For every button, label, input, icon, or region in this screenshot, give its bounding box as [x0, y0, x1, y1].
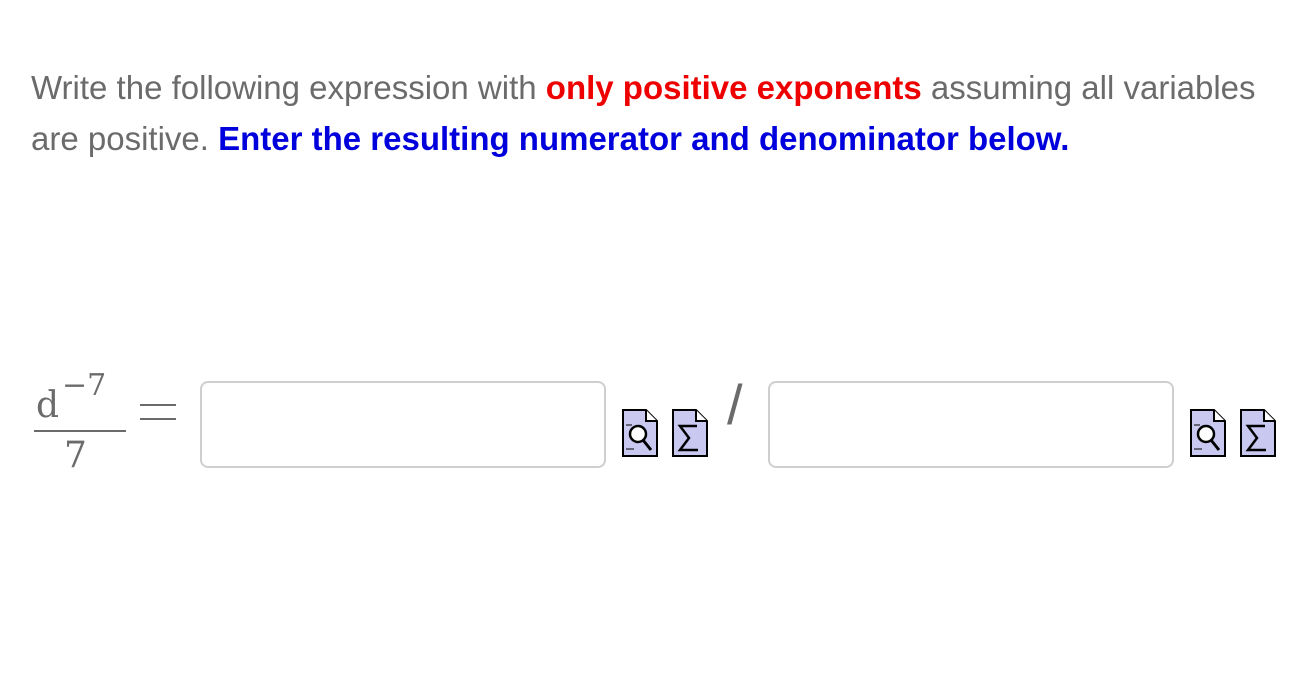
equation-editor-icon[interactable]	[672, 405, 708, 457]
equation-editor-icon[interactable]	[1240, 405, 1276, 457]
fraction-numerator-exponent: −7	[62, 368, 107, 403]
question-prompt: Write the following expression with only…	[31, 62, 1261, 164]
fraction-bar	[34, 430, 126, 432]
denominator-answer-input[interactable]	[768, 381, 1174, 468]
equals-sign	[140, 404, 176, 420]
fraction-denominator: 7	[64, 435, 87, 476]
question-text-start: Write the following expression with	[31, 69, 546, 106]
expression-row: d −7 7 /	[0, 360, 1290, 490]
emphasis-instruction: Enter the resulting numerator and denomi…	[218, 120, 1070, 157]
emphasis-positive-exponents: only positive exponents	[545, 69, 922, 106]
preview-icon[interactable]	[1190, 405, 1226, 457]
fraction-numerator-base: d	[36, 385, 60, 426]
preview-icon[interactable]	[622, 405, 658, 457]
numerator-answer-input[interactable]	[200, 381, 606, 468]
fraction-separator: /	[727, 373, 743, 436]
given-expression-fraction: d −7 7	[34, 370, 126, 480]
